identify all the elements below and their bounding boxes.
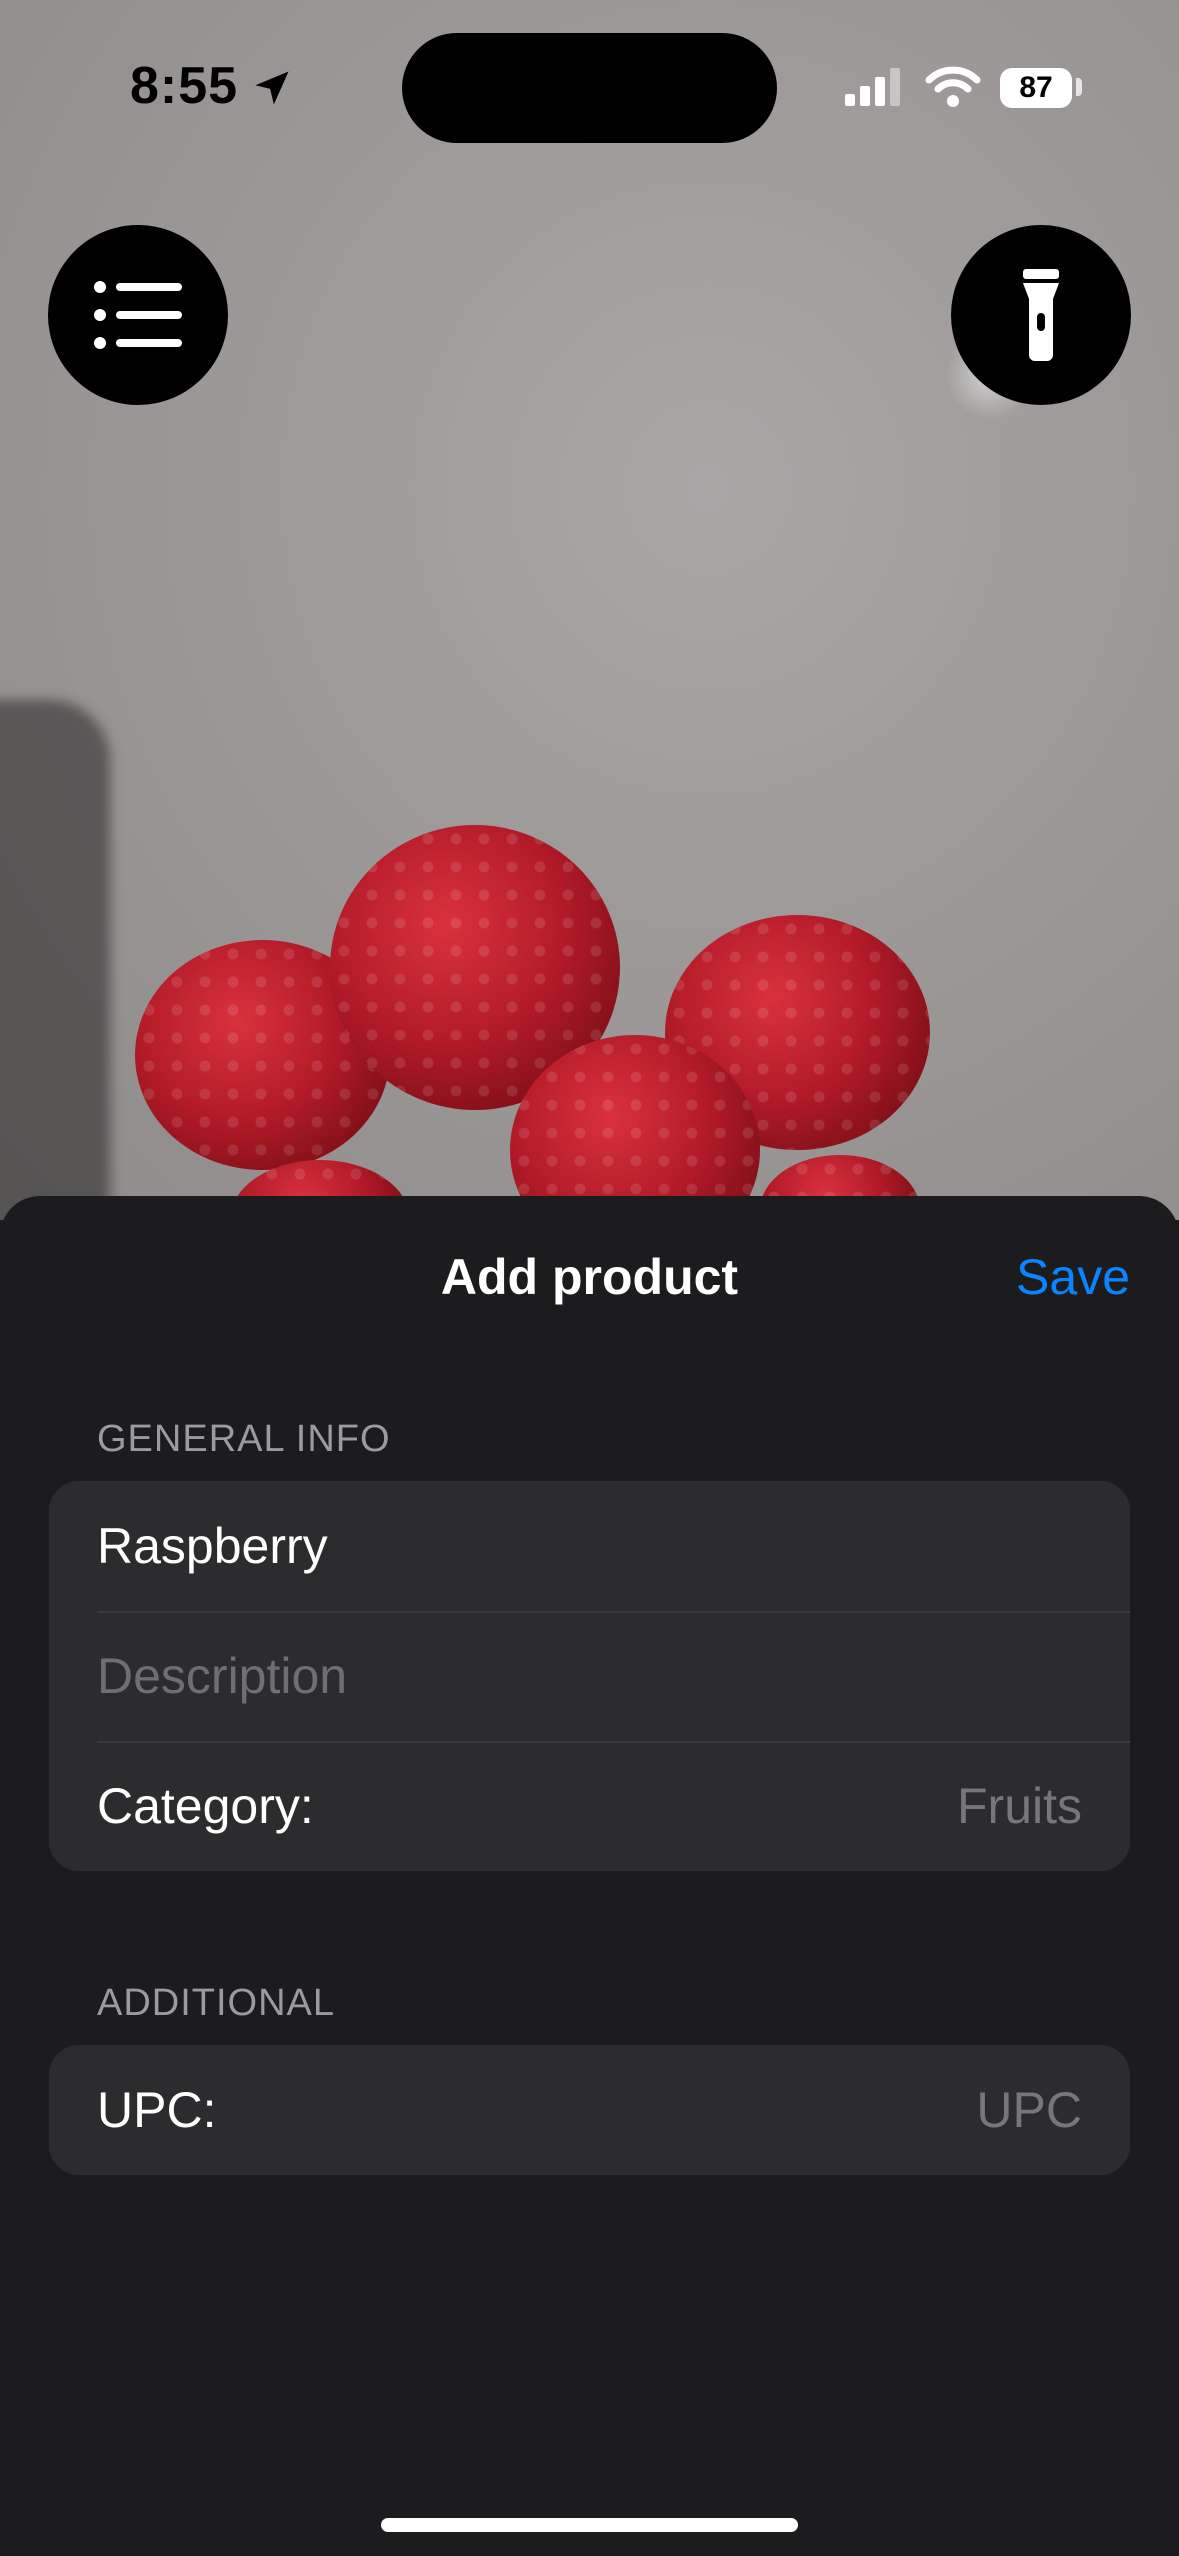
sheet-title: Add product bbox=[440, 1249, 739, 1305]
additional-header: ADDITIONAL bbox=[97, 1982, 336, 2024]
general-info-header: GENERAL INFO bbox=[97, 1418, 391, 1460]
dynamic-island bbox=[402, 33, 777, 143]
status-time: 8:55 bbox=[130, 57, 239, 115]
flashlight-icon bbox=[1023, 269, 1059, 361]
object-shadow bbox=[0, 700, 110, 1220]
name-value: Raspberry bbox=[97, 1518, 328, 1574]
category-value: Fruits bbox=[957, 1778, 1082, 1834]
status-bar: 8:55 87 bbox=[0, 0, 1179, 170]
additional-group: UPC: UPC bbox=[49, 2045, 1130, 2175]
wifi-icon bbox=[925, 66, 981, 107]
home-indicator[interactable] bbox=[381, 2518, 798, 2532]
upc-field[interactable]: UPC: UPC bbox=[49, 2045, 1130, 2175]
upc-placeholder: UPC bbox=[976, 2082, 1082, 2138]
upc-label: UPC: bbox=[97, 2082, 217, 2138]
name-field[interactable]: Raspberry bbox=[49, 1481, 1130, 1611]
cellular-signal-icon bbox=[845, 68, 900, 106]
battery-level: 87 bbox=[1000, 68, 1072, 108]
description-placeholder: Description bbox=[97, 1648, 348, 1704]
category-picker[interactable]: Category: Fruits bbox=[49, 1741, 1130, 1871]
category-label: Category: bbox=[97, 1778, 314, 1834]
camera-preview bbox=[0, 0, 1179, 1220]
location-arrow-icon bbox=[255, 71, 289, 105]
save-button[interactable]: Save bbox=[1016, 1248, 1130, 1306]
menu-button[interactable] bbox=[48, 225, 228, 405]
description-field[interactable]: Description bbox=[49, 1611, 1130, 1741]
flashlight-button[interactable] bbox=[951, 225, 1131, 405]
add-product-sheet: Add product Save GENERAL INFO Raspberry … bbox=[0, 1196, 1179, 2556]
general-info-group: Raspberry Description Category: Fruits bbox=[49, 1481, 1130, 1871]
list-icon bbox=[94, 281, 182, 349]
battery-tip bbox=[1076, 78, 1082, 96]
